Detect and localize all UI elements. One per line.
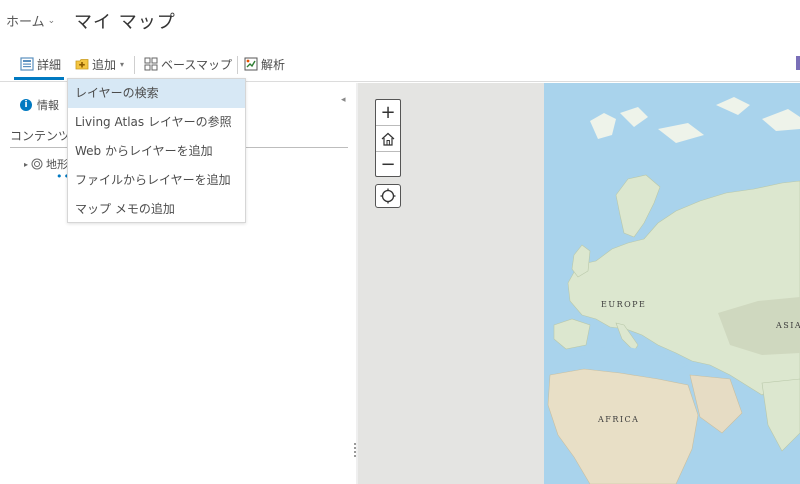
home-menu[interactable]: ホーム ⌄ (6, 11, 55, 30)
expand-triangle-icon[interactable]: ▸ (24, 160, 28, 169)
map-label-asia: ASIA (776, 321, 800, 330)
collapse-panel-icon[interactable]: ◂ (341, 95, 346, 105)
zoom-out-button[interactable]: − (376, 152, 400, 177)
add-layer-icon (75, 59, 89, 70)
add-dropdown-menu: レイヤーの検索 Living Atlas レイヤーの参照 Web からレイヤーを… (67, 78, 246, 223)
basemap-button[interactable]: ベースマップ (144, 54, 232, 74)
map-view[interactable]: EUROPE ASIA AFRICA + − (358, 83, 800, 484)
home-icon (381, 132, 395, 146)
basemap-layer-icon (31, 158, 43, 170)
basemap-grid-icon (144, 57, 158, 71)
menu-item-search-layers[interactable]: レイヤーの検索 (68, 79, 245, 108)
basemap-label: ベースマップ (161, 57, 233, 72)
zoom-controls: + − (375, 99, 401, 177)
user-menu-edge[interactable] (796, 56, 800, 70)
map-label-africa: AFRICA (598, 415, 640, 424)
details-icon (20, 57, 34, 71)
toolbar-divider (237, 56, 238, 74)
app-header: ホーム ⌄ マイ マップ (0, 0, 800, 46)
menu-item-add-from-web[interactable]: Web からレイヤーを追加 (68, 137, 245, 166)
analysis-icon (244, 57, 258, 71)
map-title: マイ マップ (74, 12, 176, 33)
locate-button[interactable] (375, 184, 401, 208)
home-extent-button[interactable] (376, 126, 400, 151)
analysis-button[interactable]: 解析 (244, 54, 285, 74)
details-button[interactable]: 詳細 (20, 54, 61, 74)
info-tab-label: 情報 (37, 99, 59, 112)
analysis-label: 解析 (261, 57, 286, 72)
menu-item-add-from-file[interactable]: ファイルからレイヤーを追加 (68, 166, 245, 195)
home-label: ホーム (6, 15, 45, 30)
zoom-in-button[interactable]: + (376, 100, 400, 125)
details-label: 詳細 (37, 57, 62, 72)
content-title: コンテンツ (10, 129, 71, 143)
menu-item-browse-living-atlas[interactable]: Living Atlas レイヤーの参照 (68, 108, 245, 137)
add-button[interactable]: 追加 ▾ (75, 54, 124, 74)
active-tab-indicator (14, 77, 64, 80)
locate-icon (380, 188, 396, 204)
world-basemap (358, 83, 800, 484)
info-tab[interactable]: i 情報 (20, 97, 59, 113)
toolbar: 詳細 追加 ▾ ベースマップ 解析 (0, 46, 800, 82)
map-label-europe: EUROPE (601, 300, 647, 309)
caret-down-icon: ▾ (120, 59, 125, 69)
chevron-down-icon: ⌄ (47, 15, 56, 26)
menu-item-add-map-notes[interactable]: マップ メモの追加 (68, 195, 245, 224)
add-label: 追加 (92, 57, 117, 72)
toolbar-divider (134, 56, 135, 74)
info-icon: i (20, 99, 32, 111)
